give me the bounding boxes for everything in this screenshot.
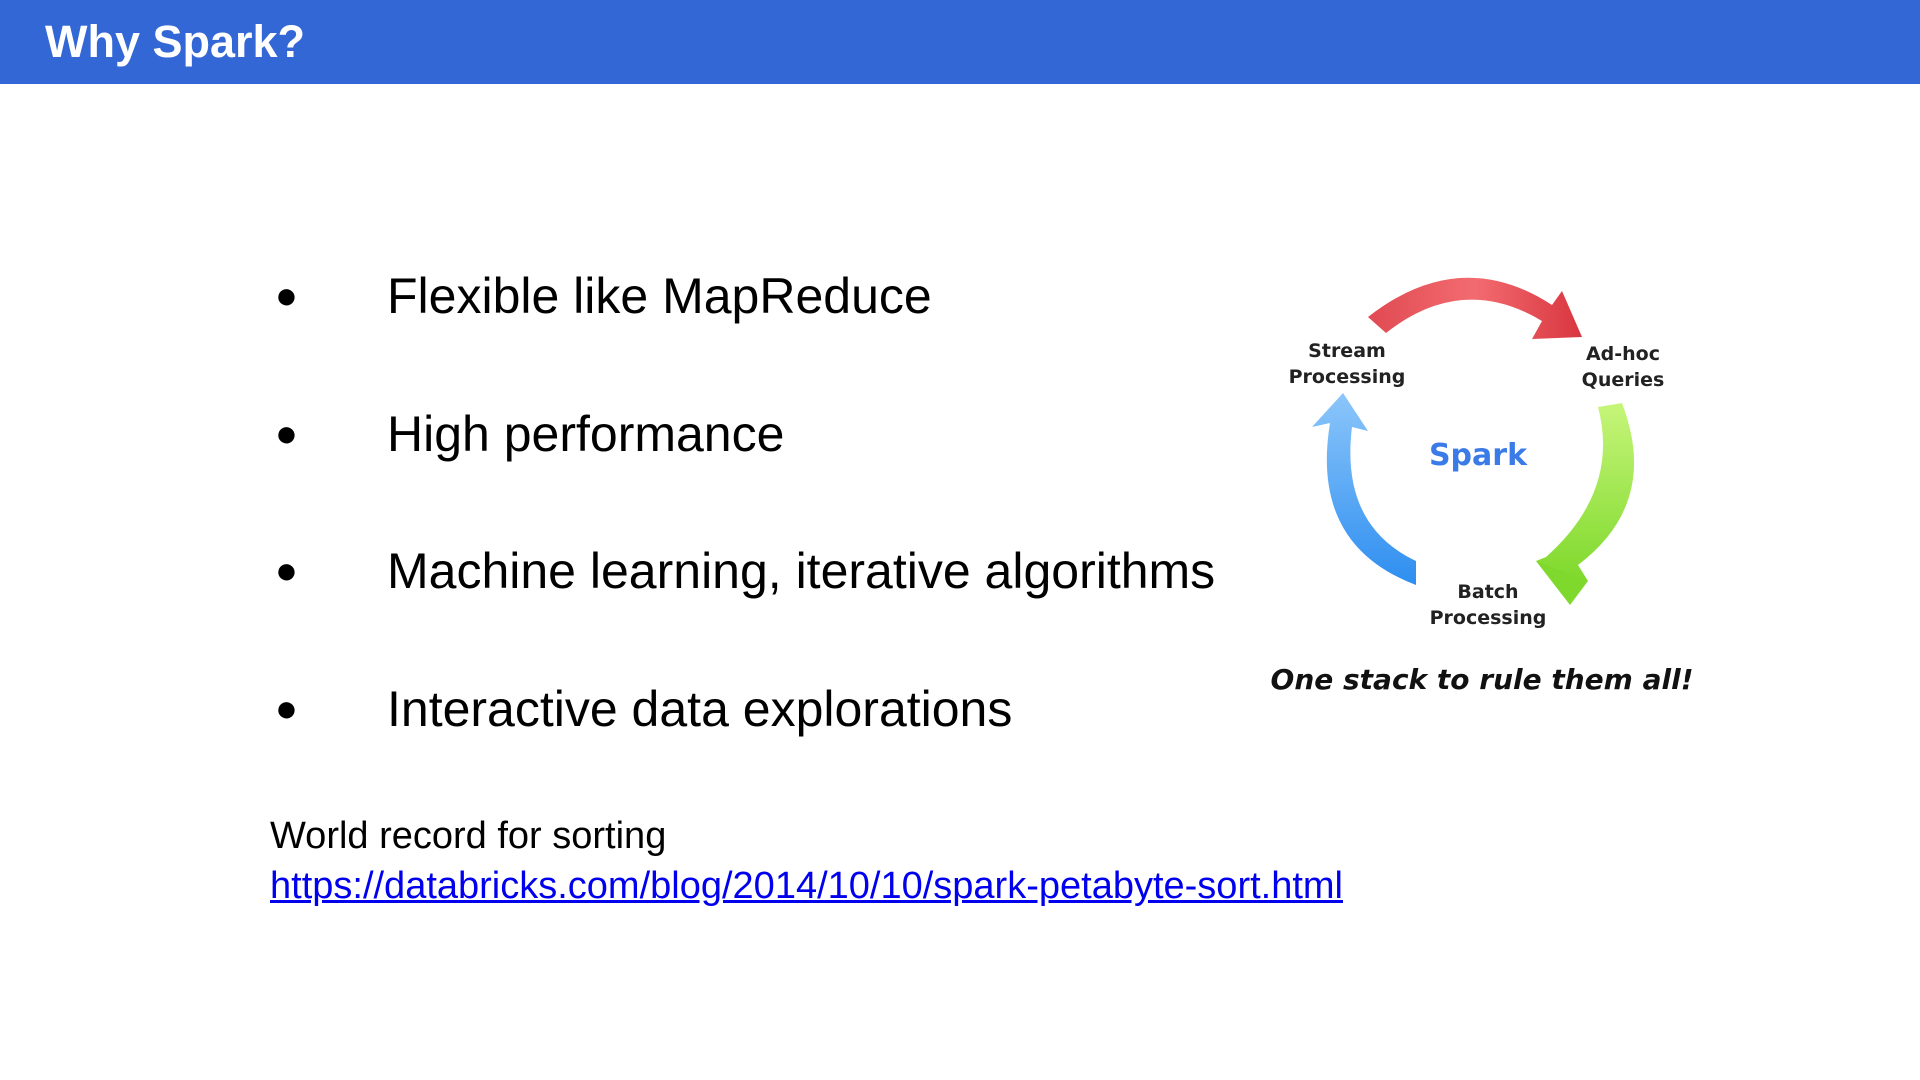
record-label: World record for sorting xyxy=(270,815,667,857)
spark-center-label: Spark xyxy=(1429,438,1528,473)
bullet-text: High performance xyxy=(387,405,785,462)
batch-label: Batch xyxy=(1457,581,1518,603)
bullet-text: Flexible like MapReduce xyxy=(387,268,932,324)
stream-label: Processing xyxy=(1289,366,1406,388)
bullet-dot-icon: ● xyxy=(275,275,298,317)
title-bar: Why Spark? xyxy=(0,0,1920,84)
bullet-text: Interactive data explorations xyxy=(387,680,1013,737)
batch-label: Processing xyxy=(1430,607,1547,629)
spark-cycle-svg: Stream Processing Ad-hoc Queries Spark B… xyxy=(1271,277,1694,696)
green-arrow-icon xyxy=(1536,403,1635,605)
bullet-dot-icon: ● xyxy=(275,687,298,730)
slide: Why Spark? ● Flexible like MapReduce ● H… xyxy=(0,0,1920,1080)
blue-arrow-icon xyxy=(1312,393,1416,585)
spark-cycle-diagram: Stream Processing Ad-hoc Queries Spark B… xyxy=(1270,255,1710,715)
slide-title: Why Spark? xyxy=(45,16,306,67)
adhoc-label: Ad-hoc xyxy=(1586,343,1660,365)
red-arrow-icon xyxy=(1368,277,1582,339)
adhoc-label: Queries xyxy=(1582,369,1665,391)
record-link[interactable]: https://databricks.com/blog/2014/10/10/s… xyxy=(270,863,1343,909)
bullet-dot-icon: ● xyxy=(275,412,298,455)
stream-label: Stream xyxy=(1308,340,1386,362)
diagram-tagline: One stack to rule them all! xyxy=(1271,663,1694,696)
bullet-text: Machine learning, iterative algorithms xyxy=(387,543,1216,599)
bullet-dot-icon: ● xyxy=(275,550,298,592)
